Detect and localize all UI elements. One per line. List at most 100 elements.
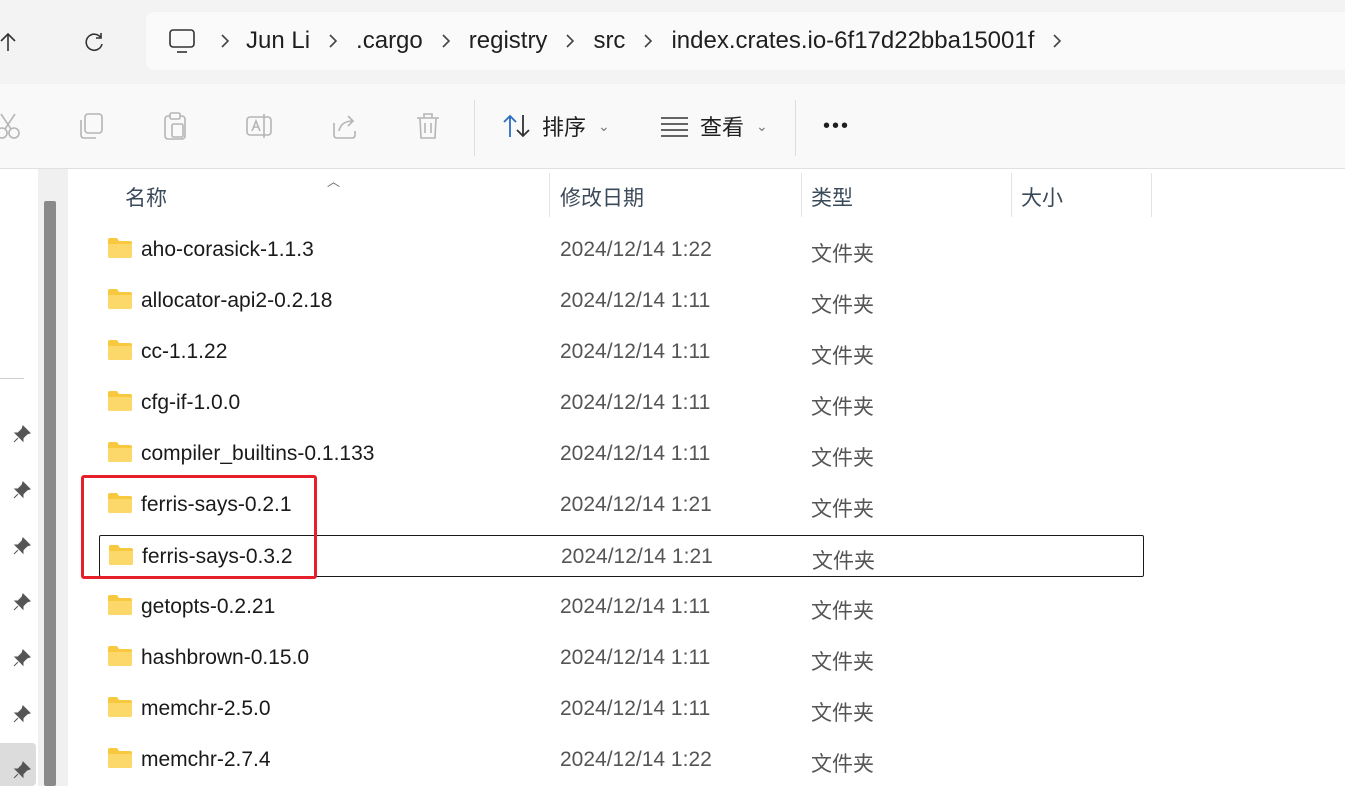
pin-icon[interactable] xyxy=(10,646,34,670)
file-name: hashbrown-0.15.0 xyxy=(141,646,310,669)
file-type: 文件夹 xyxy=(811,345,874,368)
file-date: 2024/12/14 1:22 xyxy=(560,238,712,261)
trash-icon xyxy=(417,113,439,139)
pin-icon[interactable] xyxy=(10,478,34,502)
rename-icon xyxy=(246,114,272,138)
folder-icon xyxy=(108,289,132,309)
file-date: 2024/12/14 1:11 xyxy=(560,442,711,465)
chevron-right-icon[interactable] xyxy=(310,33,356,49)
chevron-right-icon[interactable] xyxy=(423,33,469,49)
folder-icon xyxy=(108,748,132,768)
file-type: 文件夹 xyxy=(811,753,874,776)
more-options-button[interactable]: ••• xyxy=(823,106,850,146)
file-name: aho-corasick-1.1.3 xyxy=(141,238,314,261)
folder-icon xyxy=(108,595,132,615)
chevron-right-icon[interactable] xyxy=(547,33,593,49)
toolbar-divider xyxy=(474,100,475,156)
file-type: 文件夹 xyxy=(811,651,874,674)
file-date: 2024/12/14 1:11 xyxy=(560,340,711,363)
list-item[interactable]: allocator-api2-0.2.18 2024/12/14 1:11 文件… xyxy=(99,280,1144,322)
pin-icon[interactable] xyxy=(10,702,34,726)
refresh-icon xyxy=(85,33,103,51)
file-date: 2024/12/14 1:21 xyxy=(561,545,713,568)
column-header-size[interactable]: 大小 xyxy=(1021,182,1063,212)
highlight-annotation xyxy=(81,475,317,579)
pin-icon[interactable] xyxy=(10,422,34,446)
column-divider[interactable] xyxy=(1011,173,1012,217)
folder-icon xyxy=(108,697,132,717)
list-item[interactable]: memchr-2.7.4 2024/12/14 1:22 文件夹 xyxy=(99,739,1144,781)
breadcrumb-user[interactable]: Jun Li xyxy=(246,27,310,55)
clipboard-icon xyxy=(164,112,186,140)
share-button[interactable] xyxy=(326,108,362,144)
column-divider[interactable] xyxy=(801,173,802,217)
file-name: getopts-0.2.21 xyxy=(141,595,276,618)
sort-icon xyxy=(503,114,530,138)
breadcrumb-src[interactable]: src xyxy=(593,27,625,55)
column-divider[interactable] xyxy=(1151,173,1152,217)
file-type: 文件夹 xyxy=(811,702,874,725)
file-date: 2024/12/14 1:11 xyxy=(560,646,711,669)
copy-icon xyxy=(80,113,103,139)
file-date: 2024/12/14 1:11 xyxy=(560,595,711,618)
file-date: 2024/12/14 1:22 xyxy=(560,748,712,771)
file-type: 文件夹 xyxy=(811,243,874,266)
file-date: 2024/12/14 1:21 xyxy=(560,493,712,516)
arrow-up-icon xyxy=(0,32,16,51)
list-item[interactable]: cfg-if-1.0.0 2024/12/14 1:11 文件夹 xyxy=(99,382,1144,424)
pin-icon[interactable] xyxy=(10,590,34,614)
navigation-bar: Jun Li .cargo registry src index.crates.… xyxy=(0,0,1345,84)
pin-icon[interactable] xyxy=(10,534,34,558)
column-divider[interactable] xyxy=(549,173,550,217)
view-lines-icon xyxy=(661,117,688,137)
nav-divider xyxy=(0,378,24,379)
list-item[interactable]: cc-1.1.22 2024/12/14 1:11 文件夹 xyxy=(99,331,1144,373)
list-item[interactable]: memchr-2.5.0 2024/12/14 1:11 文件夹 xyxy=(99,688,1144,730)
column-header-name[interactable]: 名称 xyxy=(125,182,167,212)
toolbar-divider xyxy=(795,100,796,156)
file-name: compiler_builtins-0.1.133 xyxy=(141,442,375,465)
paste-button[interactable] xyxy=(157,108,193,144)
more-icon: ••• xyxy=(823,114,851,137)
breadcrumb-cargo[interactable]: .cargo xyxy=(356,27,423,55)
folder-icon xyxy=(108,646,132,666)
file-name: cfg-if-1.0.0 xyxy=(141,391,241,414)
file-type: 文件夹 xyxy=(811,600,874,623)
nav-scrollbar-thumb[interactable] xyxy=(44,201,56,786)
file-type: 文件夹 xyxy=(812,550,875,573)
column-header-type[interactable]: 类型 xyxy=(811,182,853,212)
file-type: 文件夹 xyxy=(811,396,874,419)
folder-icon xyxy=(108,238,132,258)
list-item[interactable]: compiler_builtins-0.1.133 2024/12/14 1:1… xyxy=(99,433,1144,475)
list-item[interactable]: getopts-0.2.21 2024/12/14 1:11 文件夹 xyxy=(99,586,1144,628)
list-item[interactable]: hashbrown-0.15.0 2024/12/14 1:11 文件夹 xyxy=(99,637,1144,679)
nav-scrollbar[interactable] xyxy=(38,169,68,786)
sort-button[interactable]: 排序 ⌄ xyxy=(502,106,610,146)
copy-button[interactable] xyxy=(73,108,109,144)
rename-button[interactable] xyxy=(241,108,277,144)
column-header-row: ︿ 名称 修改日期 类型 大小 xyxy=(69,169,1345,219)
breadcrumb-registry[interactable]: registry xyxy=(469,27,548,55)
up-button[interactable] xyxy=(0,22,28,62)
view-button[interactable]: 查看 ⌄ xyxy=(660,106,768,146)
folder-icon xyxy=(108,340,132,360)
navigation-pane xyxy=(0,169,68,786)
this-pc-icon[interactable] xyxy=(162,21,202,61)
scissors-icon xyxy=(0,113,20,139)
file-name: allocator-api2-0.2.18 xyxy=(141,289,333,312)
breadcrumb-index[interactable]: index.crates.io-6f17d22bba15001f xyxy=(671,27,1034,55)
delete-button[interactable] xyxy=(410,108,446,144)
folder-icon xyxy=(108,442,132,462)
refresh-button[interactable] xyxy=(74,22,114,62)
chevron-right-icon[interactable] xyxy=(625,33,671,49)
file-name: memchr-2.5.0 xyxy=(141,697,271,720)
pin-icon[interactable] xyxy=(10,758,34,782)
list-item[interactable]: aho-corasick-1.1.3 2024/12/14 1:22 文件夹 xyxy=(99,229,1144,271)
sort-ascending-icon: ︿ xyxy=(327,174,341,189)
chevron-right-icon[interactable] xyxy=(202,33,248,49)
file-name: cc-1.1.22 xyxy=(141,340,228,363)
address-bar[interactable]: Jun Li .cargo registry src index.crates.… xyxy=(146,12,1345,70)
chevron-right-icon[interactable] xyxy=(1034,33,1080,49)
column-header-date[interactable]: 修改日期 xyxy=(560,182,644,212)
cut-button[interactable] xyxy=(0,108,26,144)
